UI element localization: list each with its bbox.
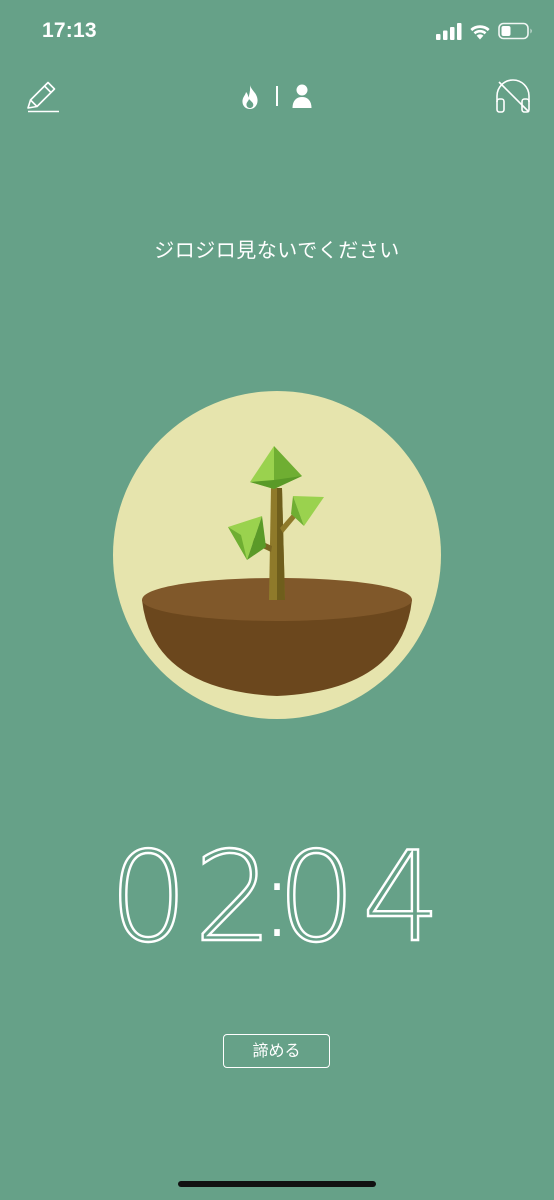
cellular-signal-icon	[436, 23, 462, 40]
status-icons	[436, 22, 534, 40]
wifi-icon	[470, 25, 490, 40]
edit-button[interactable]	[22, 76, 62, 116]
focus-screen: 17:13 ジロジロ見ないでください 02: 04 諦める	[0, 0, 554, 1200]
battery-icon	[498, 22, 532, 40]
sapling-image	[113, 391, 441, 719]
mode-toggle	[236, 82, 318, 112]
timer-display: 02 : 04	[0, 825, 554, 971]
toolbar-divider	[276, 86, 278, 106]
fire-mode-button[interactable]	[239, 84, 261, 114]
focus-message: ジロジロ見ないでください	[154, 238, 400, 262]
status-time: 17:13	[42, 19, 97, 42]
status-bar: 17:13	[0, 0, 554, 66]
give-up-button[interactable]: 諦める	[223, 1034, 330, 1068]
home-indicator[interactable]	[178, 1181, 376, 1187]
timer-seconds: 04	[277, 832, 447, 962]
plant-illustration	[112, 390, 442, 720]
timer-minutes: 02	[109, 832, 279, 962]
person-mode-button[interactable]	[291, 83, 313, 113]
person-icon	[292, 84, 312, 108]
headphones-off-icon	[496, 79, 530, 113]
pencil-icon	[27, 81, 59, 113]
sound-button[interactable]	[493, 76, 533, 116]
fire-icon	[242, 85, 258, 109]
